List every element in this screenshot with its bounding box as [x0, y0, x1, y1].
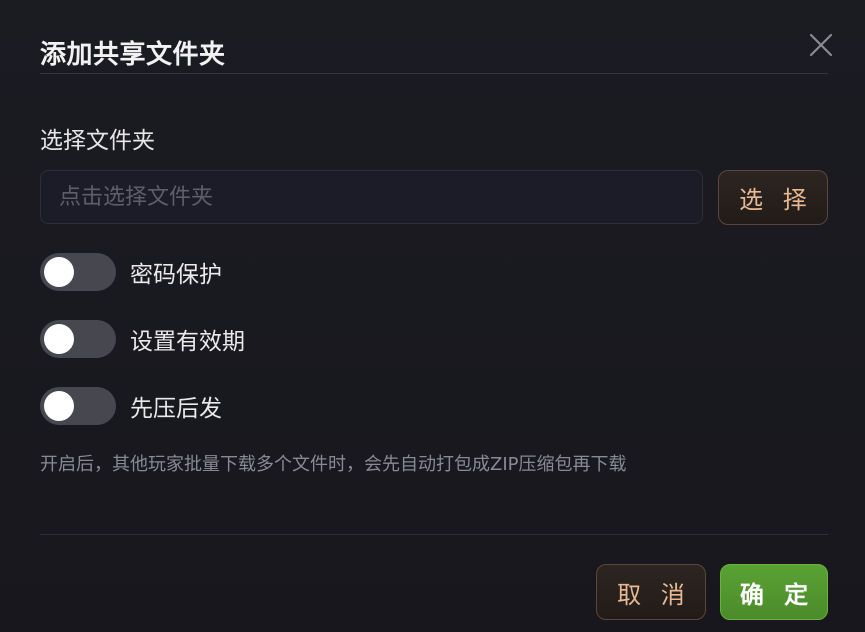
select-folder-button[interactable]: 选 择 [718, 170, 828, 225]
password-protection-label: 密码保护 [130, 262, 222, 288]
expiry-toggle[interactable] [40, 320, 116, 358]
confirm-button[interactable]: 确 定 [720, 564, 828, 620]
expiry-row: 设置有效期 [40, 320, 245, 358]
compress-first-label: 先压后发 [130, 396, 222, 422]
toggle-knob [44, 324, 74, 354]
compress-first-row: 先压后发 [40, 387, 222, 425]
compress-hint-text: 开启后，其他玩家批量下载多个文件时，会先自动打包成ZIP压缩包再下载 [40, 454, 627, 475]
compress-first-toggle[interactable] [40, 387, 116, 425]
close-button[interactable] [806, 30, 836, 60]
folder-path-input[interactable] [40, 170, 703, 224]
footer-divider [40, 534, 828, 535]
cancel-button[interactable]: 取 消 [596, 564, 706, 620]
select-folder-label: 选择文件夹 [40, 128, 155, 154]
toggle-knob [44, 257, 74, 287]
title-divider [40, 73, 828, 74]
password-protection-toggle[interactable] [40, 253, 116, 291]
dialog-title: 添加共享文件夹 [40, 40, 226, 70]
add-shared-folder-dialog: 添加共享文件夹 选择文件夹 选 择 密码保护 设置有效期 先压后发 开启后，其他… [0, 0, 865, 632]
expiry-label: 设置有效期 [130, 329, 245, 355]
toggle-knob [44, 391, 74, 421]
close-icon [809, 33, 833, 57]
password-protection-row: 密码保护 [40, 253, 222, 291]
